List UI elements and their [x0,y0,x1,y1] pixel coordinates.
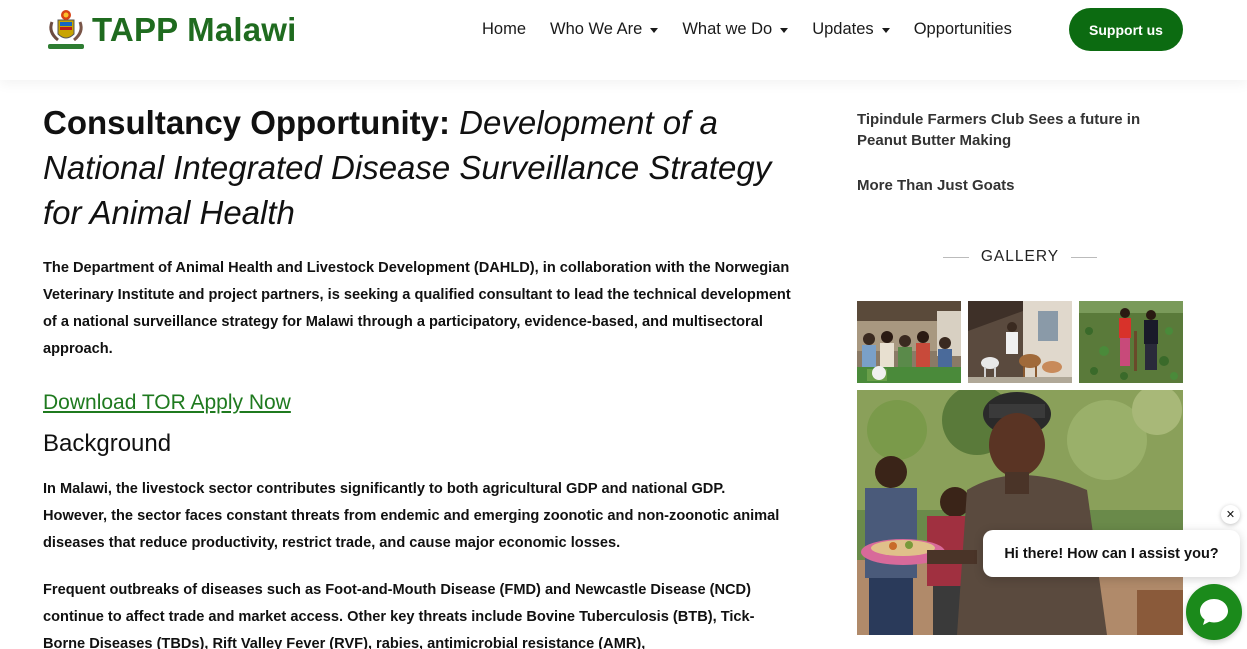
background-heading: Background [43,430,172,457]
group-meeting-photo[interactable] [857,301,961,383]
article: Consultancy Opportunity: Development of … [43,100,793,649]
background-paragraph-2: Frequent outbreaks of diseases such as F… [43,582,755,649]
coat-of-arms-logo-icon [48,10,84,49]
nav-home[interactable]: Home [482,18,526,40]
nav-updates[interactable]: Updates [812,18,890,40]
download-tor-link[interactable]: Download TOR Apply Now [43,391,793,415]
support-us-button[interactable]: Support us [1069,8,1183,51]
brand-name: TAPP Malawi [92,11,297,48]
chat-greeting-text: Hi there! How can I assist you? [1004,545,1219,562]
nav-what-we-do[interactable]: What we Do [682,18,789,40]
chat-close-icon[interactable]: ✕ [1221,505,1240,524]
page-title: Consultancy Opportunity: Development of … [43,100,793,235]
chat-launcher-button[interactable] [1186,584,1242,640]
goats-photo[interactable] [968,301,1072,383]
background-paragraph-1: In Malawi, the livestock sector contribu… [43,481,780,551]
caret-down-icon [881,27,890,33]
main-nav: Home Who We Are What we Do Updates Oppor… [482,18,1036,40]
woman-serving-food-photo[interactable] [857,390,1183,635]
divider [1071,256,1098,258]
recent-post-link[interactable]: More Than Just Goats [857,175,1177,196]
gallery-title: GALLERY [980,248,1060,265]
chat-bubble-icon [1200,599,1228,625]
site-header: TAPP Malawi Home Who We Are What we Do U… [0,0,1247,80]
caret-down-icon [780,27,789,33]
nav-home-label: Home [482,19,527,38]
nav-who-we-are-label: Who We Are [550,19,643,38]
recent-post-link[interactable]: Tipindule Farmers Club Sees a future in … [857,109,1177,151]
intro-paragraph: The Department of Animal Health and Live… [43,260,791,357]
nav-opportunities[interactable]: Opportunities [914,18,1012,40]
caret-down-icon [650,27,659,33]
brand[interactable]: TAPP Malawi [44,8,297,52]
gallery-heading: GALLERY [857,248,1183,266]
nav-what-we-do-label: What we Do [682,19,773,38]
nav-updates-label: Updates [812,19,874,38]
divider [942,256,969,258]
page-title-prefix: Consultancy Opportunity: [43,104,460,141]
nav-opportunities-label: Opportunities [913,19,1012,38]
farmers-field-photo[interactable] [1079,301,1183,383]
chat-greeting-bubble[interactable]: Hi there! How can I assist you? [983,530,1240,577]
nav-who-we-are[interactable]: Who We Are [550,18,659,40]
